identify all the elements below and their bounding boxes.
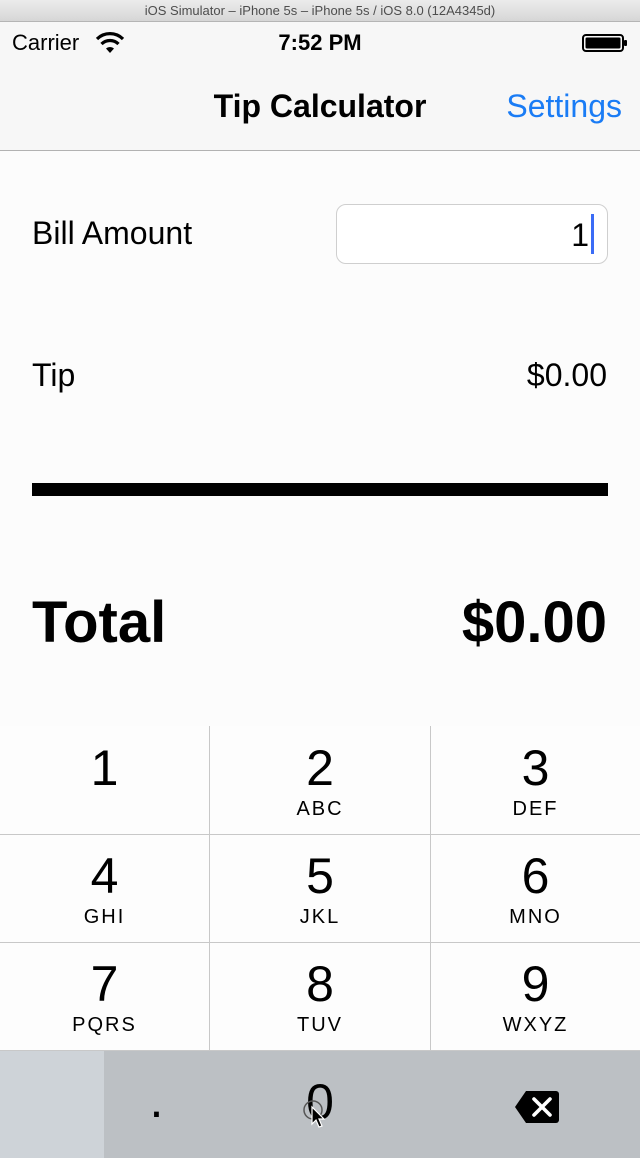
key-letters: GHI	[83, 906, 126, 928]
key-digit: 3	[521, 740, 550, 796]
key-1[interactable]: 1	[0, 726, 209, 834]
key-8[interactable]: 8 TUV	[210, 942, 430, 1050]
key-letters: TUV	[297, 1014, 343, 1036]
key-digit: 5	[306, 848, 334, 904]
status-time: 7:52 PM	[278, 30, 362, 55]
tip-value: $0.00	[526, 357, 607, 393]
status-bar: Carrier 7:52 PM	[0, 22, 640, 64]
key-decimal-point[interactable]: .	[104, 1050, 209, 1158]
bill-amount-field[interactable]: 1	[336, 204, 608, 264]
key-digit: 6	[521, 848, 550, 904]
key-digit: .	[149, 1072, 164, 1128]
key-letters: PQRS	[72, 1014, 137, 1036]
key-2[interactable]: 2 ABC	[210, 726, 430, 834]
key-digit: 8	[306, 956, 334, 1012]
tip-label: Tip	[32, 357, 76, 393]
key-letters: MNO	[509, 906, 562, 928]
bill-amount-value: 1	[571, 217, 589, 253]
key-7[interactable]: 7 PQRS	[0, 942, 209, 1050]
key-digit: 7	[90, 956, 119, 1012]
key-separator	[430, 726, 431, 1050]
blank-key	[0, 1050, 104, 1158]
key-letters: ABC	[296, 798, 344, 820]
key-letters: WXYZ	[502, 1014, 569, 1036]
key-5[interactable]: 5 JKL	[210, 834, 430, 942]
key-4[interactable]: 4 GHI	[0, 834, 209, 942]
battery-icon	[582, 34, 627, 52]
key-6[interactable]: 6 MNO	[431, 834, 640, 942]
key-separator	[0, 942, 640, 943]
key-letters: JKL	[299, 906, 341, 928]
navigation-bar: Tip Calculator Settings	[0, 64, 640, 151]
text-caret	[591, 214, 594, 254]
key-digit: 2	[306, 740, 334, 796]
mouse-cursor-icon	[303, 1100, 326, 1128]
simulator-title: iOS Simulator – iPhone 5s – iPhone 5s / …	[144, 3, 496, 18]
key-3[interactable]: 3 DEF	[431, 726, 640, 834]
key-digit: 9	[521, 956, 550, 1012]
key-digit: 4	[90, 848, 119, 904]
key-separator	[209, 726, 210, 1050]
key-letters: DEF	[512, 798, 559, 820]
total-value: $0.00	[461, 590, 607, 655]
key-digit: 1	[90, 740, 119, 796]
total-label: Total	[32, 590, 167, 655]
tip-form: Bill Amount 1 Tip $0.00 Total $0.00	[0, 151, 640, 726]
key-9[interactable]: 9 WXYZ	[431, 942, 640, 1050]
delete-backspace-icon	[515, 1091, 559, 1123]
settings-button[interactable]: Settings	[506, 88, 622, 125]
divider	[32, 483, 608, 496]
key-separator	[0, 1050, 640, 1051]
bill-amount-label: Bill Amount	[32, 215, 193, 251]
key-separator	[0, 834, 640, 835]
simulator-title-bar: iOS Simulator – iPhone 5s – iPhone 5s / …	[0, 0, 640, 22]
